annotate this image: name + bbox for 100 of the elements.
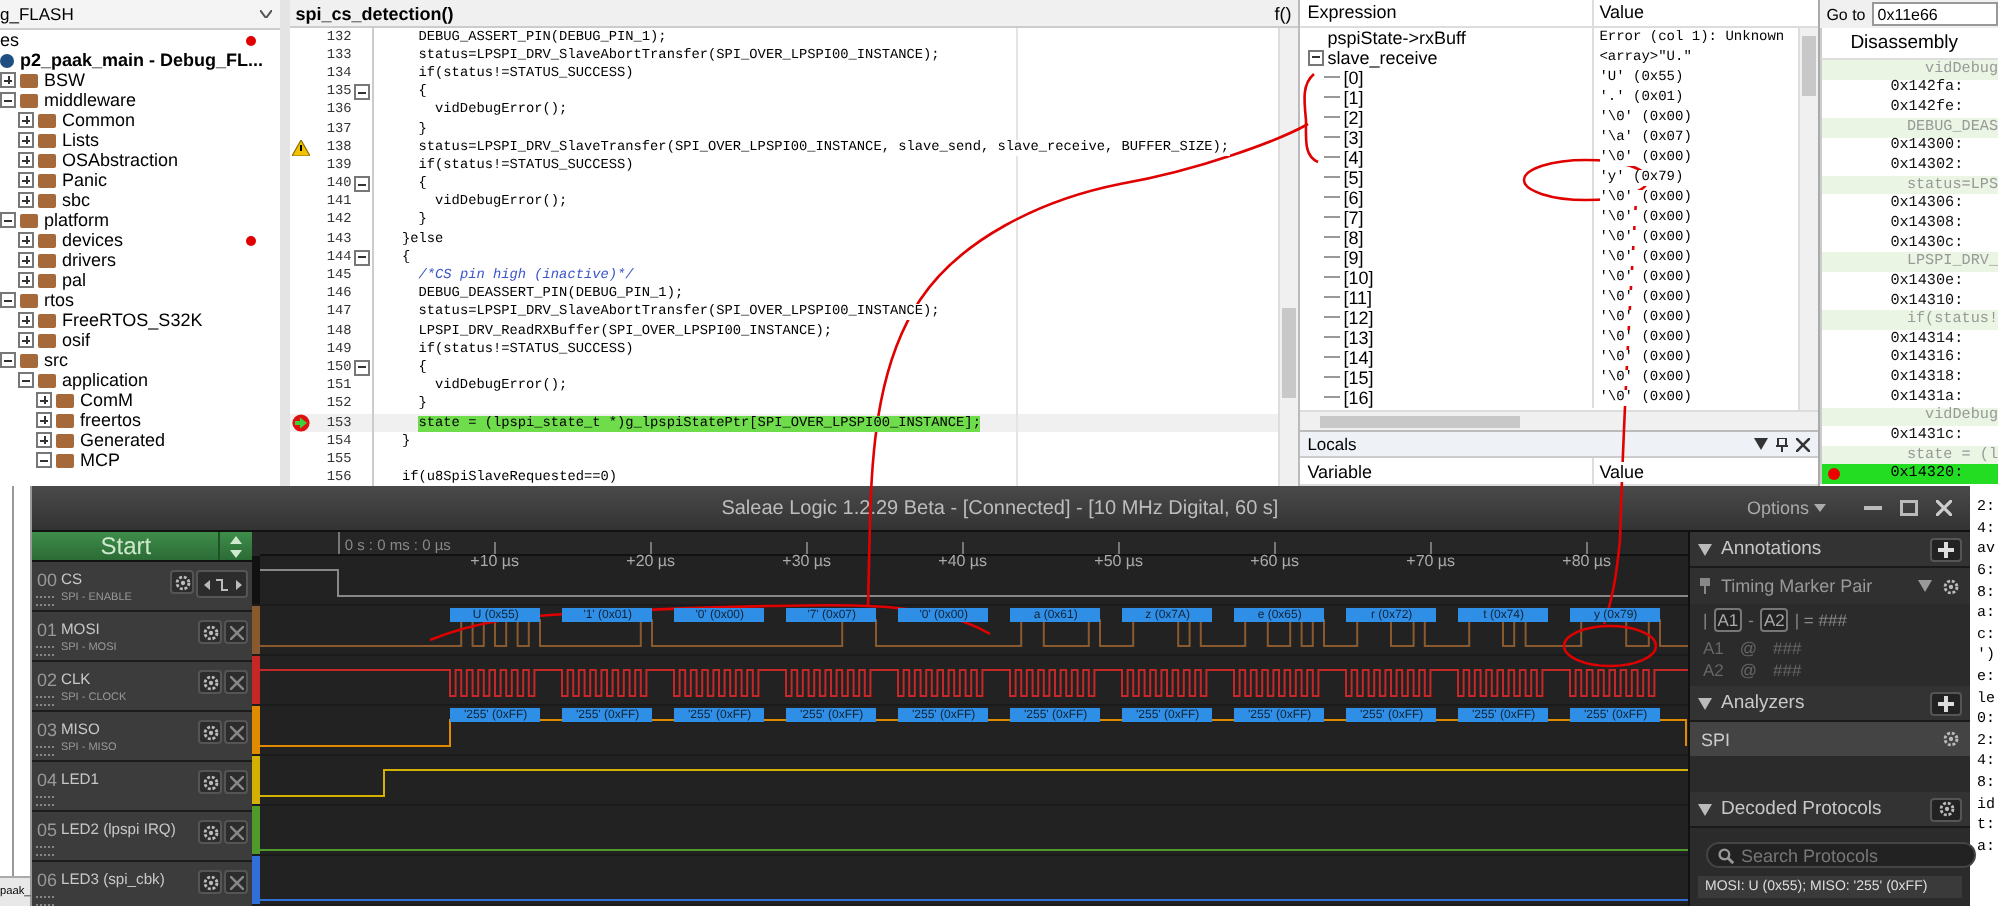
tree-item[interactable]: rtos xyxy=(44,290,75,310)
expand-toggle[interactable] xyxy=(18,272,34,288)
expand-toggle[interactable] xyxy=(18,232,34,248)
drag-handle[interactable] xyxy=(36,646,55,656)
configuration-dropdown[interactable]: g_FLASH xyxy=(0,4,74,24)
tree-item[interactable]: MCP xyxy=(80,450,120,470)
expand-toggle[interactable] xyxy=(18,172,34,188)
fold-toggle[interactable] xyxy=(353,249,370,266)
address-field[interactable]: 0x11e66 xyxy=(1871,2,1998,26)
trigger-selector[interactable] xyxy=(196,570,249,598)
expression-name[interactable]: [11] xyxy=(1343,287,1373,308)
minimize-icon[interactable] xyxy=(1863,506,1882,510)
scrollbar[interactable] xyxy=(1798,27,1819,411)
tree-item[interactable]: BSW xyxy=(44,70,86,90)
dropdown-icon[interactable] xyxy=(1918,580,1933,592)
expression-name[interactable]: [9] xyxy=(1343,247,1364,268)
expression-name[interactable]: [8] xyxy=(1343,227,1364,248)
tree-item[interactable]: Generated xyxy=(80,430,166,450)
expression-name[interactable]: [10] xyxy=(1343,267,1374,288)
search-field[interactable]: Search Protocols xyxy=(1706,842,1977,868)
expand-toggle[interactable] xyxy=(18,332,34,348)
marker-chip[interactable]: A1 xyxy=(1713,608,1743,632)
settings-button[interactable] xyxy=(198,820,223,844)
drag-handle[interactable] xyxy=(36,746,55,756)
expand-toggle[interactable] xyxy=(18,312,34,328)
fold-toggle[interactable] xyxy=(353,176,370,193)
tree-item[interactable]: p2_paak_main - Debug_FL... xyxy=(20,50,264,70)
expand-toggle[interactable] xyxy=(0,72,16,88)
tree-item[interactable]: osif xyxy=(62,330,91,350)
tree-item[interactable]: FreeRTOS_S32K xyxy=(62,310,203,330)
expand-toggle[interactable] xyxy=(36,412,52,428)
expression-name[interactable]: [12] xyxy=(1343,307,1374,328)
expand-toggle[interactable] xyxy=(18,192,34,208)
expand-toggle[interactable] xyxy=(18,252,34,268)
expression-name[interactable]: pspiState->rxBuff xyxy=(1327,27,1466,48)
expression-name[interactable]: [4] xyxy=(1343,147,1364,168)
scrollbar[interactable] xyxy=(1277,28,1298,486)
settings-button[interactable] xyxy=(198,770,223,794)
tree-item[interactable]: middleware xyxy=(44,90,137,110)
expression-name[interactable]: [14] xyxy=(1343,347,1374,368)
marker-chip[interactable]: A2 xyxy=(1759,608,1789,632)
expression-name[interactable]: [16] xyxy=(1343,387,1374,408)
tree-item[interactable]: src xyxy=(44,350,68,370)
remove-button[interactable] xyxy=(224,870,249,894)
drag-handle[interactable] xyxy=(36,846,55,856)
tree-item[interactable]: platform xyxy=(44,210,110,230)
expression-name[interactable]: [15] xyxy=(1343,367,1374,388)
tree-item[interactable]: Common xyxy=(62,110,136,130)
drag-handle[interactable] xyxy=(36,896,55,906)
maximize-icon[interactable] xyxy=(1899,500,1918,516)
remove-button[interactable] xyxy=(224,620,249,644)
add-button[interactable] xyxy=(1930,537,1963,561)
expression-name[interactable]: [2] xyxy=(1343,107,1364,128)
tree-item[interactable]: drivers xyxy=(62,250,117,270)
fold-toggle[interactable] xyxy=(353,84,370,101)
pin-icon[interactable] xyxy=(1776,437,1789,452)
expand-toggle[interactable] xyxy=(0,292,16,308)
expression-name[interactable]: [7] xyxy=(1343,207,1364,228)
expression-name[interactable]: slave_receive xyxy=(1327,47,1438,68)
expand-toggle[interactable] xyxy=(0,212,16,228)
remove-button[interactable] xyxy=(224,720,249,744)
expand-toggle[interactable] xyxy=(0,92,16,108)
expand-toggle[interactable] xyxy=(36,452,52,468)
settings-button[interactable] xyxy=(198,670,223,694)
function-button[interactable]: f() xyxy=(1274,3,1292,23)
tree-item[interactable]: application xyxy=(62,370,149,390)
drag-handle[interactable] xyxy=(36,796,55,806)
expression-name[interactable]: [3] xyxy=(1343,127,1364,148)
tree-item[interactable]: ComM xyxy=(80,390,133,410)
expand-toggle[interactable] xyxy=(36,432,52,448)
expression-name[interactable]: [1] xyxy=(1343,87,1364,108)
up-down-icon[interactable] xyxy=(230,535,243,557)
collapse-icon[interactable] xyxy=(1698,803,1713,815)
expand-toggle[interactable] xyxy=(18,372,34,388)
dropdown-icon[interactable] xyxy=(1754,437,1769,450)
tree-item[interactable]: Panic xyxy=(62,170,108,190)
collapse-icon[interactable] xyxy=(1698,697,1713,709)
settings-button[interactable] xyxy=(198,870,223,894)
settings-button[interactable] xyxy=(1930,797,1963,821)
settings-button[interactable] xyxy=(170,570,195,594)
expand-toggle[interactable] xyxy=(1307,49,1324,66)
drag-handle[interactable] xyxy=(36,596,55,606)
expand-toggle[interactable] xyxy=(36,392,52,408)
settings-button[interactable] xyxy=(198,620,223,644)
options-menu[interactable]: Options xyxy=(1746,498,1827,518)
expand-toggle[interactable] xyxy=(18,112,34,128)
drag-handle[interactable] xyxy=(36,696,55,706)
tree-item[interactable]: Lists xyxy=(62,130,100,150)
collapse-icon[interactable] xyxy=(1698,543,1713,555)
tree-item[interactable]: OSAbstraction xyxy=(62,150,179,170)
tree-item[interactable]: freertos xyxy=(80,410,142,430)
tree-item[interactable]: devices xyxy=(62,230,124,250)
remove-button[interactable] xyxy=(224,820,249,844)
analyzer-name[interactable]: SPI xyxy=(1700,729,1730,749)
expression-name[interactable]: [13] xyxy=(1343,327,1374,348)
add-button[interactable] xyxy=(1930,691,1963,715)
expand-toggle[interactable] xyxy=(0,352,16,368)
settings-button[interactable] xyxy=(198,720,223,744)
expression-name[interactable]: [6] xyxy=(1343,187,1364,208)
expression-name[interactable]: [0] xyxy=(1343,67,1364,88)
